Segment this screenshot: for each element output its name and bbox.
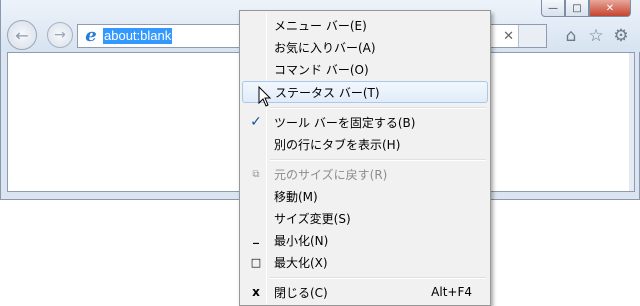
clear-address-icon[interactable]: ✕ (503, 28, 514, 44)
menu-separator (270, 107, 486, 109)
caption-buttons: — □ ✕ (541, 0, 631, 17)
menu-item-move[interactable]: 移動(M) (242, 185, 488, 207)
menu-item-shortcut: Alt+F4 (431, 285, 472, 299)
menu-item-label: サイズ変更(S) (274, 211, 351, 226)
forward-arrow-icon: → (54, 27, 66, 43)
mouse-cursor-icon (258, 86, 272, 107)
restore-icon: ⧉ (252, 168, 260, 180)
menu-item-label: 移動(M) (274, 189, 318, 204)
menu-item-label: メニュー バー(E) (274, 18, 367, 33)
menu-item-label: 最大化(X) (274, 255, 328, 270)
close-button[interactable]: ✕ (589, 0, 631, 17)
vertical-scrollbar[interactable] (629, 53, 634, 191)
menu-item-status-bar[interactable]: ステータス バー(T) (242, 81, 488, 103)
menu-item-label: 閉じる(C) (274, 285, 328, 300)
back-button[interactable]: ← (7, 20, 37, 50)
ie-page-icon: e (85, 25, 97, 46)
address-input[interactable]: about:blank (103, 28, 173, 44)
menu-item-close[interactable]: x 閉じる(C) Alt+F4 (242, 281, 488, 303)
menu-item-label: お気に入りバー(A) (274, 40, 376, 55)
context-menu: メニュー バー(E) お気に入りバー(A) コマンド バー(O) ステータス バ… (239, 10, 491, 306)
maximize-icon: □ (250, 255, 262, 269)
menu-item-command-bar[interactable]: コマンド バー(O) (242, 58, 488, 80)
menu-item-maximize[interactable]: □ 最大化(X) (242, 251, 488, 273)
menu-item-label: コマンド バー(O) (274, 62, 369, 77)
home-icon[interactable]: ⌂ (561, 26, 581, 46)
checkmark-icon: ✓ (250, 114, 262, 130)
menu-item-resize[interactable]: サイズ変更(S) (242, 207, 488, 229)
menu-item-label: 元のサイズに戻す(R) (274, 167, 388, 182)
favorites-star-icon[interactable]: ☆ (586, 26, 606, 46)
menu-item-favorites-bar[interactable]: お気に入りバー(A) (242, 36, 488, 58)
menu-item-restore: ⧉ 元のサイズに戻す(R) (242, 163, 488, 185)
menu-item-label: ステータス バー(T) (275, 85, 380, 100)
menu-separator (270, 159, 486, 161)
minimize-button[interactable]: — (541, 0, 565, 17)
menu-item-label: ツール バーを固定する(B) (274, 115, 416, 130)
address-dropdown-area[interactable] (518, 25, 546, 47)
forward-button[interactable]: → (47, 22, 73, 48)
tools-gear-icon[interactable]: ⚙ (611, 26, 631, 46)
minimize-icon: _ (253, 230, 259, 244)
menu-item-tabs-separate-row[interactable]: 別の行にタブを表示(H) (242, 133, 488, 155)
menu-item-lock-toolbars[interactable]: ✓ ツール バーを固定する(B) (242, 111, 488, 133)
menu-separator (270, 277, 486, 279)
menu-item-menu-bar[interactable]: メニュー バー(E) (242, 14, 488, 36)
menu-item-minimize[interactable]: _ 最小化(N) (242, 229, 488, 251)
menu-item-label: 別の行にタブを表示(H) (274, 137, 401, 152)
back-arrow-icon: ← (15, 25, 29, 45)
menu-item-label: 最小化(N) (274, 233, 329, 248)
close-x-icon: x (252, 285, 260, 299)
maximize-button[interactable]: □ (565, 0, 589, 17)
